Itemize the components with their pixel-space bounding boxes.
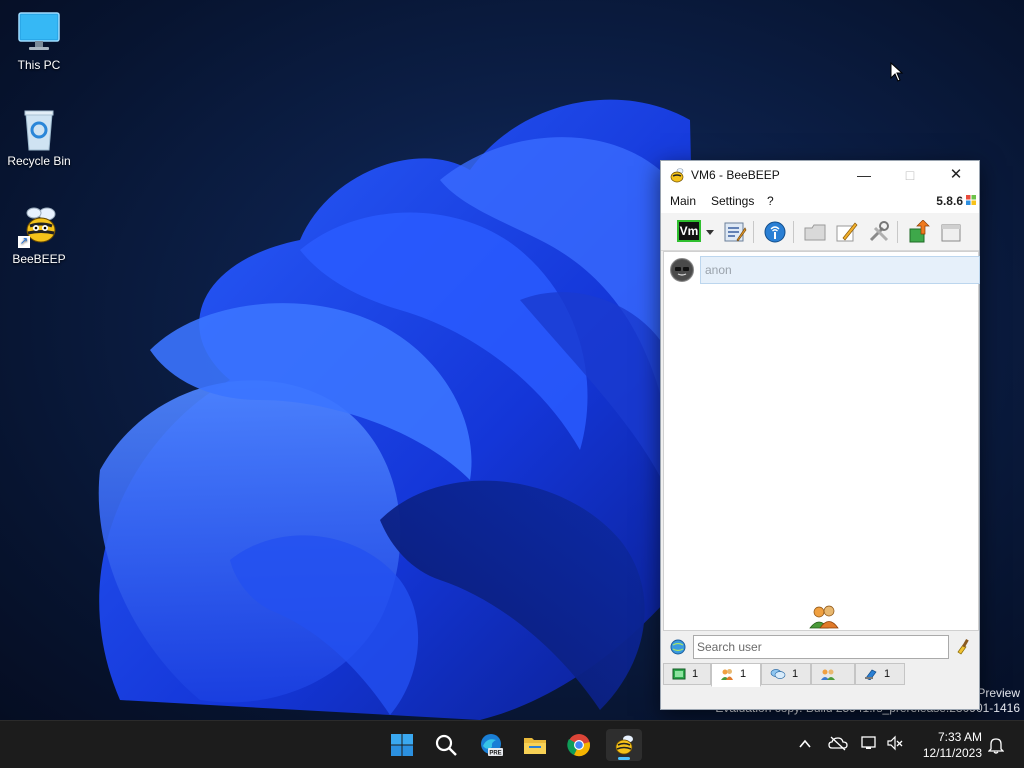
users-group-icon: [809, 605, 839, 629]
minimize-button[interactable]: —: [841, 161, 887, 189]
start-button[interactable]: [384, 729, 420, 761]
windows-flag-icon: [966, 195, 976, 205]
title-bar[interactable]: VM6 - BeeBEEP — □ ✕: [661, 161, 979, 189]
close-icon: ✕: [949, 166, 963, 183]
edit-profile-icon: [724, 222, 747, 242]
tab-count: 1: [692, 668, 699, 680]
tab-users[interactable]: 1: [711, 663, 761, 687]
toolbar-separator: [793, 221, 794, 243]
chat-bubble-icon: [770, 669, 786, 679]
toolbar-separator: [753, 221, 754, 243]
tab-chats[interactable]: 1: [761, 663, 811, 685]
status-badge: Vm: [677, 220, 701, 242]
beebeep-taskbar-button[interactable]: [606, 729, 642, 761]
beebeep-bee-icon: ↗: [16, 204, 62, 248]
search-row: [663, 633, 979, 661]
chrome-icon: [567, 734, 590, 757]
recycle-bin-icon: [16, 106, 62, 151]
monitor-icon: [16, 10, 62, 54]
groups-icon: [821, 669, 835, 681]
window-icon: [941, 224, 961, 242]
maximize-icon: □: [905, 167, 915, 183]
taskbar-search-button[interactable]: [428, 729, 464, 761]
onedrive-offline-icon[interactable]: [828, 735, 848, 751]
clear-search-icon[interactable]: [955, 637, 973, 655]
window-title: VM6 - BeeBEEP: [691, 168, 780, 182]
desktop-icon-recycle-bin[interactable]: Recycle Bin: [0, 106, 78, 168]
update-icon: [909, 219, 930, 243]
globe-filter-icon[interactable]: [669, 638, 687, 656]
toolbar-separator: [897, 221, 898, 243]
desktop-icon-label: Recycle Bin: [7, 154, 71, 168]
toolbar: Vm: [661, 213, 979, 251]
user-name: anon: [700, 256, 980, 284]
chevron-up-icon[interactable]: [798, 737, 812, 751]
window-mode-button[interactable]: [939, 220, 963, 244]
dropdown-arrow-icon: [706, 230, 714, 235]
tools-icon: [869, 221, 889, 242]
tab-count: 1: [740, 668, 747, 680]
beebeep-window: VM6 - BeeBEEP — □ ✕ Main Settings ? 5.8.…: [660, 160, 980, 710]
compose-button[interactable]: [835, 220, 859, 244]
file-explorer-button[interactable]: [517, 729, 553, 761]
edit-profile-button[interactable]: [723, 220, 747, 244]
desktop-icon-label: BeeBEEP: [12, 252, 66, 266]
beebeep-app-icon: [670, 168, 684, 183]
close-button[interactable]: ✕: [933, 161, 979, 189]
chat-screen-icon: [672, 668, 686, 680]
update-button[interactable]: [907, 219, 931, 244]
folder-button[interactable]: [803, 220, 827, 244]
taskbar: PRE 7:33 AM 12/11/2023: [0, 720, 1024, 768]
menu-bar: Main Settings ? 5.8.6: [661, 189, 979, 213]
notification-bell-icon[interactable]: [988, 736, 1004, 754]
network-status-icon[interactable]: [860, 735, 878, 751]
bottom-tab-bar: 1 1 1 1: [663, 663, 979, 687]
mouse-cursor-icon: [890, 62, 904, 82]
desktop-icon-this-pc[interactable]: This PC: [0, 10, 78, 72]
search-user-input[interactable]: [693, 635, 949, 659]
network-icon: [764, 221, 786, 243]
minimize-icon: —: [857, 167, 871, 183]
active-app-indicator: [618, 757, 630, 760]
volume-muted-icon[interactable]: [886, 735, 904, 751]
tab-groups[interactable]: [811, 663, 855, 685]
avatar: [670, 258, 694, 282]
desktop-icon-label: This PC: [17, 58, 61, 72]
edge-beta-icon: PRE: [481, 734, 503, 757]
desktop-icon-beebeep[interactable]: ↗ BeeBEEP: [0, 204, 78, 266]
status-selector-button[interactable]: Vm: [677, 220, 701, 244]
tools-button[interactable]: [867, 220, 891, 244]
shortcut-arrow-icon: ↗: [18, 236, 30, 248]
menu-settings[interactable]: Settings: [711, 194, 754, 208]
edge-badge: PRE: [489, 751, 501, 757]
clock-time: 7:33 AM: [937, 730, 982, 744]
folder-icon: [804, 224, 826, 241]
tab-count: 1: [792, 668, 799, 680]
search-icon: [435, 734, 457, 756]
version-label: 5.8.6: [936, 194, 963, 208]
user-avatar-icon: [672, 260, 692, 280]
users-icon: [721, 669, 733, 681]
menu-main[interactable]: Main: [670, 194, 696, 208]
chrome-button[interactable]: [561, 729, 597, 761]
user-list-item[interactable]: anon: [668, 256, 980, 284]
menu-help[interactable]: ?: [767, 194, 774, 208]
maximize-button[interactable]: □: [887, 161, 933, 189]
user-list: anon: [663, 251, 980, 631]
status-dropdown-button[interactable]: [705, 220, 715, 244]
start-icon: [391, 734, 413, 756]
clock-date: 12/11/2023: [922, 746, 982, 760]
file-explorer-icon: [524, 738, 546, 754]
network-button[interactable]: [763, 220, 787, 244]
file-share-icon: [865, 669, 877, 681]
tab-count: 1: [884, 668, 891, 680]
tab-chat-screen[interactable]: 1: [663, 663, 711, 685]
tab-file-share[interactable]: 1: [855, 663, 905, 685]
edge-beta-button[interactable]: PRE: [473, 729, 509, 761]
pencil-icon: [836, 222, 858, 242]
system-clock[interactable]: 7:33 AM 12/11/2023: [923, 729, 982, 761]
beebeep-icon: [615, 735, 633, 755]
